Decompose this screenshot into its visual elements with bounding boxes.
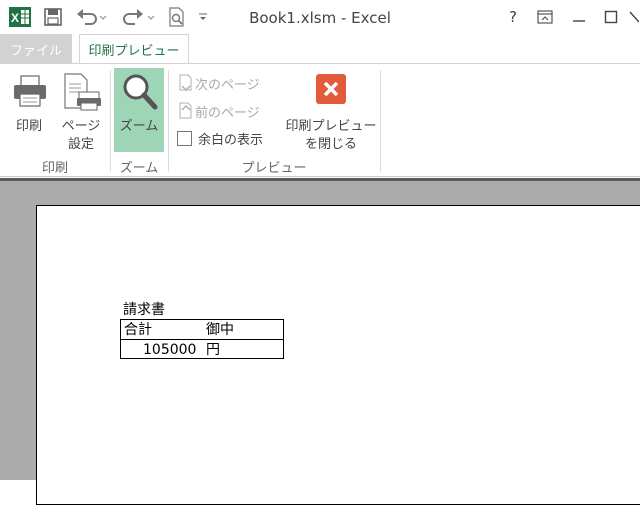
show-margins-label: 余白の表示 — [198, 132, 264, 148]
printer-icon — [14, 75, 46, 107]
onchu-label: 御中 — [206, 322, 234, 338]
prev-page-button[interactable]: 前のページ — [177, 101, 260, 121]
preview-page: 請求書 合計 御中 105000 円 — [36, 205, 640, 505]
page-setup-label-line1: ページ — [61, 119, 101, 134]
zoom-button[interactable]: ズーム — [114, 68, 164, 152]
amount-value: 105000 — [143, 342, 197, 358]
currency-unit: 円 — [206, 342, 220, 358]
preview-group-label: プレビュー — [241, 161, 307, 176]
zoom-group-label: ズーム — [119, 161, 159, 176]
title-bar: X Book1.xlsm - Excel ? — [0, 0, 640, 34]
minimize-icon[interactable] — [566, 6, 592, 28]
page-setup-label-line2: 設定 — [67, 137, 94, 152]
print-preview-area[interactable]: 請求書 合計 御中 105000 円 — [0, 178, 640, 505]
ribbon-display-options-icon[interactable] — [532, 6, 558, 28]
magnifier-icon — [123, 74, 158, 110]
close-preview-label-line1: 印刷プレビュー — [285, 119, 377, 134]
close-window-icon[interactable] — [628, 6, 640, 28]
zoom-label: ズーム — [119, 119, 159, 134]
close-preview-icon — [316, 74, 346, 104]
close-preview-label-line2: を閉じる — [304, 137, 357, 152]
ribbon-tabs: ファイル 印刷プレビュー — [0, 34, 640, 64]
next-page-label: 次のページ — [195, 77, 260, 93]
tab-file[interactable]: ファイル — [0, 34, 72, 64]
print-label: 印刷 — [15, 119, 42, 134]
group-divider — [380, 70, 381, 172]
prev-page-label: 前のページ — [195, 105, 260, 121]
next-page-button[interactable]: 次のページ — [177, 73, 260, 93]
invoice-table: 合計 御中 105000 円 — [120, 319, 284, 359]
invoice-heading: 請求書 — [123, 302, 165, 318]
next-page-icon — [179, 74, 192, 92]
close-print-preview-button[interactable]: 印刷プレビュー を閉じる — [285, 68, 377, 152]
checkbox-box[interactable] — [177, 130, 192, 146]
print-group-label: 印刷 — [41, 161, 68, 176]
maximize-icon[interactable] — [598, 6, 624, 28]
previous-page-icon — [179, 102, 192, 119]
tab-print-preview[interactable]: 印刷プレビュー — [79, 34, 189, 64]
print-button[interactable]: 印刷 — [6, 68, 52, 152]
page-setup-icon — [64, 73, 101, 111]
show-margins-checkbox[interactable]: 余白の表示 — [177, 128, 263, 148]
help-button[interactable]: ? — [500, 6, 526, 28]
ribbon: 印刷 ページ 設定 印刷 ズーム ズーム 次のページ 前のページ 余白の表示 印… — [0, 63, 640, 177]
total-label: 合計 — [124, 322, 152, 338]
page-setup-button[interactable]: ページ 設定 — [56, 68, 106, 152]
